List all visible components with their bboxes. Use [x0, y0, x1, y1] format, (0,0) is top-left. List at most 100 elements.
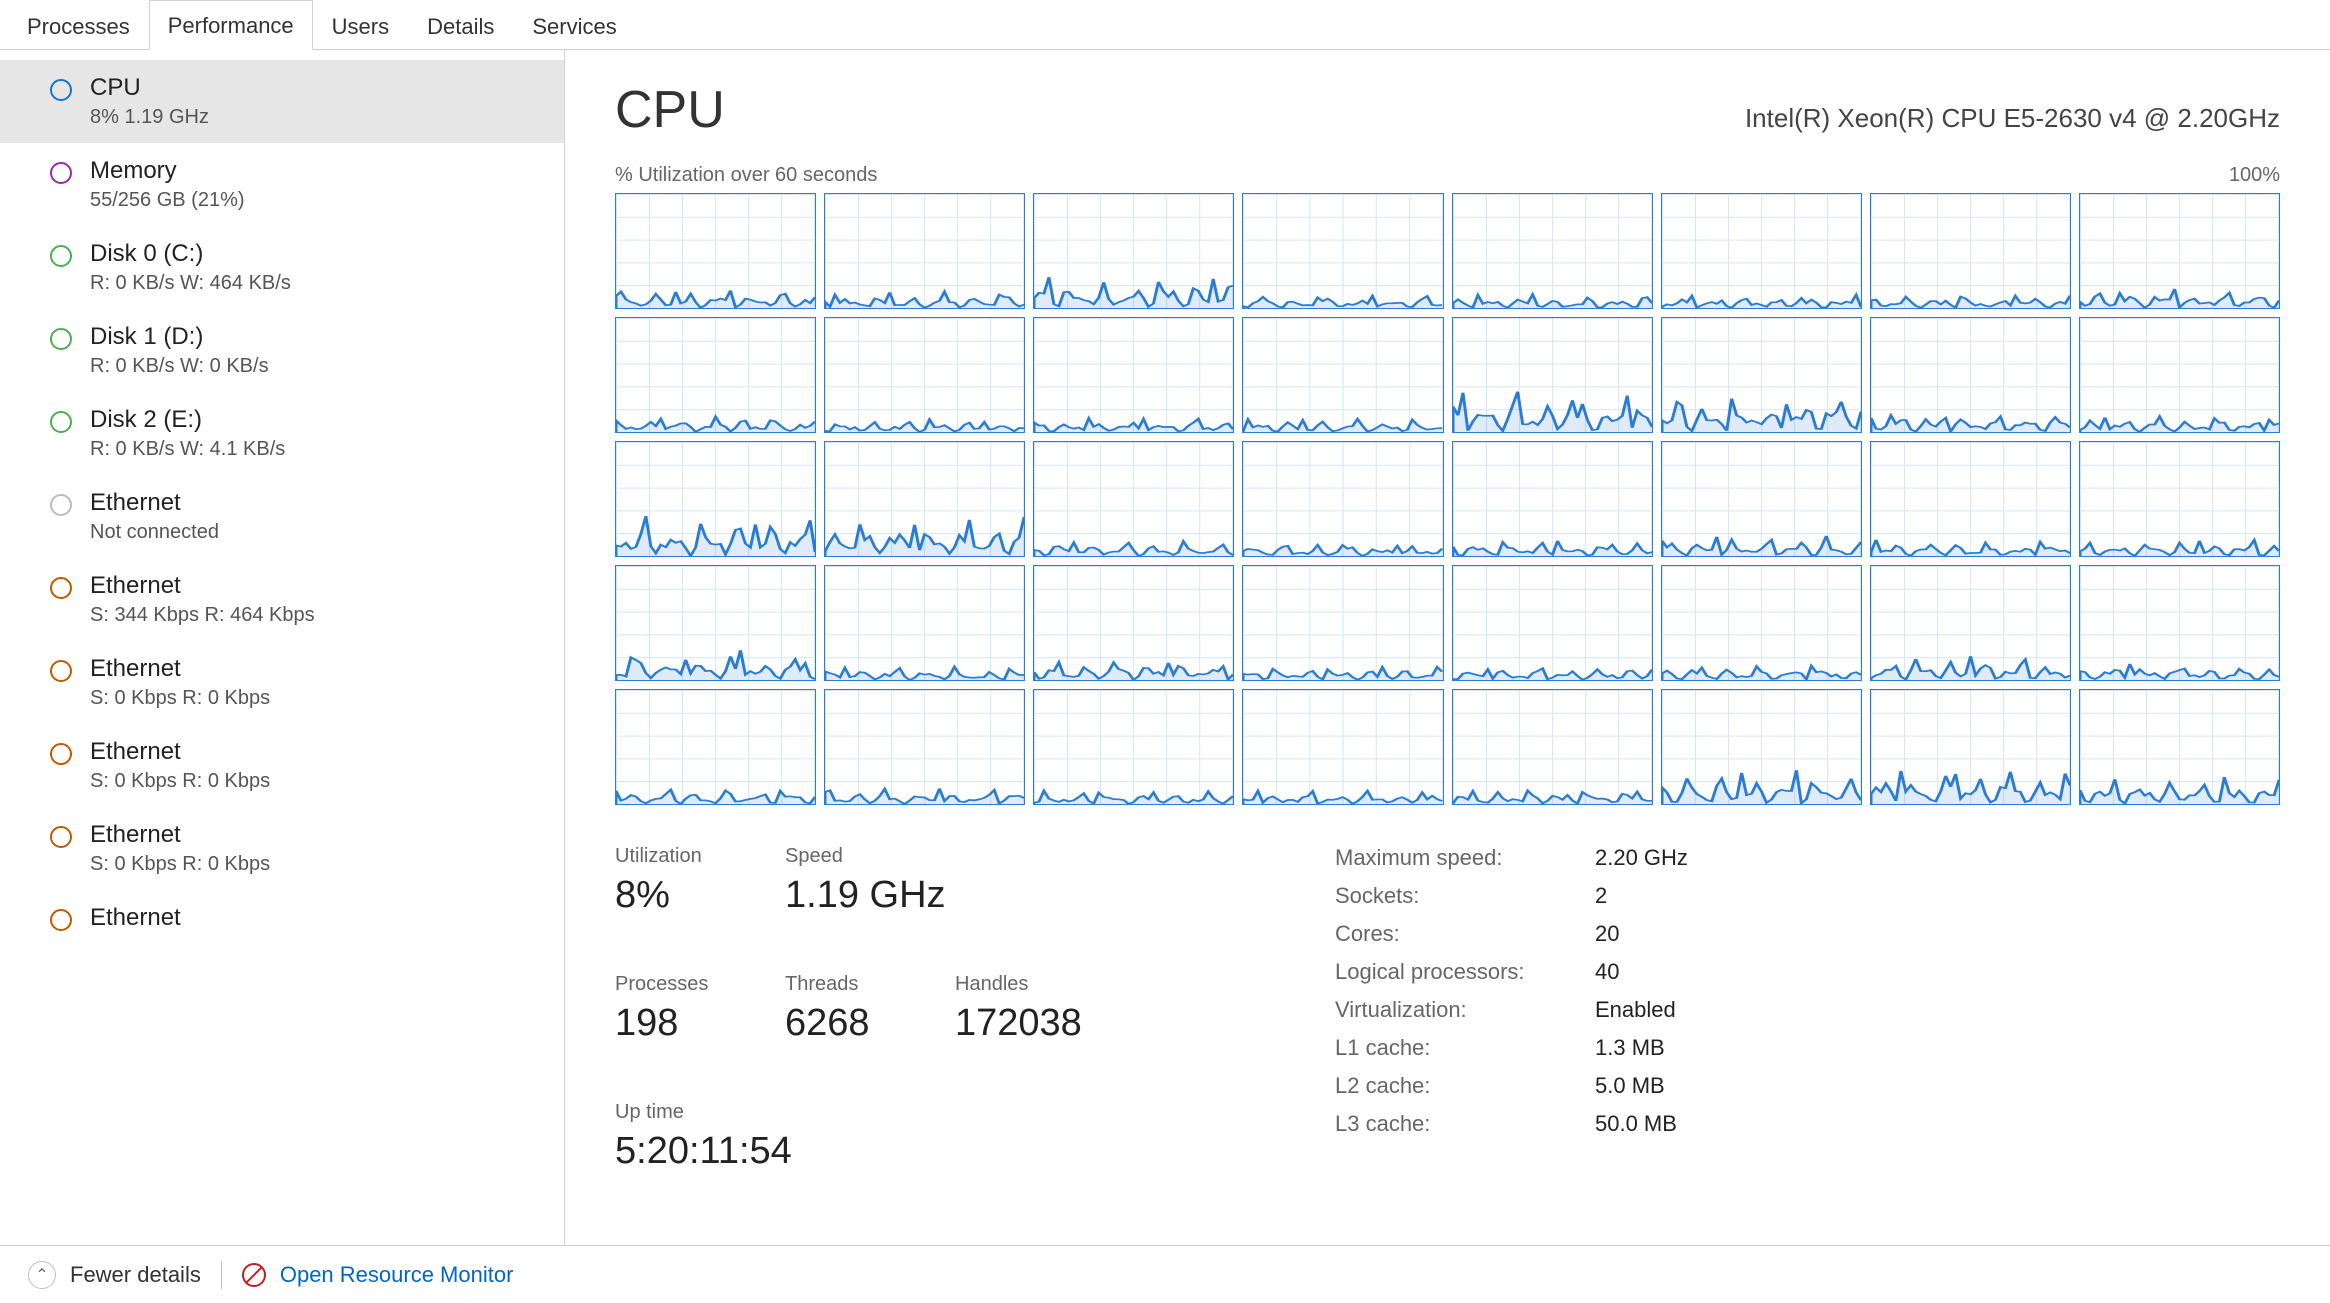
cpu-core-chart-18	[1033, 441, 1234, 557]
sidebar-item-sub: S: 0 Kbps R: 0 Kbps	[90, 853, 270, 876]
sidebar-item-sub: 8% 1.19 GHz	[90, 106, 209, 129]
open-resource-monitor-link[interactable]: Open Resource Monitor	[280, 1262, 514, 1288]
circle-icon	[50, 494, 72, 516]
spec-label: L2 cache:	[1335, 1073, 1575, 1099]
cpu-core-chart-24	[615, 565, 816, 681]
cpu-core-chart-27	[1242, 565, 1443, 681]
sidebar-item-title: Disk 0 (C:)	[90, 240, 291, 268]
spec-label: Sockets:	[1335, 883, 1575, 909]
stat-threads: Threads6268	[785, 973, 915, 1045]
sidebar-item-sub: S: 0 Kbps R: 0 Kbps	[90, 687, 270, 710]
stat-label: Up time	[615, 1101, 792, 1124]
cpu-core-chart-36	[1452, 689, 1653, 805]
circle-icon	[50, 328, 72, 350]
spec-label: Virtualization:	[1335, 997, 1575, 1023]
cpu-core-chart-29	[1661, 565, 1862, 681]
cpu-core-chart-8	[615, 317, 816, 433]
sidebar-item-sub: R: 0 KB/s W: 4.1 KB/s	[90, 438, 285, 461]
spec-label: Cores:	[1335, 921, 1575, 947]
cpu-core-chart-6	[1870, 193, 2071, 309]
cpu-core-chart-12	[1452, 317, 1653, 433]
stat-label: Processes	[615, 973, 745, 996]
sidebar-item-8[interactable]: Ethernet S: 0 Kbps R: 0 Kbps	[0, 724, 564, 807]
cpu-core-chart-19	[1242, 441, 1443, 557]
cpu-core-chart-14	[1870, 317, 2071, 433]
circle-icon	[50, 411, 72, 433]
cpu-core-chart-20	[1452, 441, 1653, 557]
stat-up-time: Up time 5:20:11:54	[615, 1101, 792, 1173]
chevron-up-icon[interactable]: ⌃	[28, 1261, 56, 1289]
stat-label: Speed	[785, 845, 946, 868]
spec-value: 5.0 MB	[1595, 1073, 1688, 1099]
sidebar-item-sub: S: 0 Kbps R: 0 Kbps	[90, 770, 270, 793]
tab-bar: Processes Performance Users Details Serv…	[0, 0, 2330, 50]
stat-value: 172038	[955, 1002, 1085, 1045]
sidebar-item-5[interactable]: EthernetNot connected	[0, 475, 564, 558]
spec-value: 50.0 MB	[1595, 1111, 1688, 1137]
cpu-core-chart-4	[1452, 193, 1653, 309]
spec-value: 1.3 MB	[1595, 1035, 1688, 1061]
sidebar-item-title: Memory	[90, 157, 245, 185]
cpu-core-chart-16	[615, 441, 816, 557]
cpu-core-chart-39	[2079, 689, 2280, 805]
spec-value: 2	[1595, 883, 1688, 909]
sidebar-item-6[interactable]: EthernetS: 344 Kbps R: 464 Kbps	[0, 558, 564, 641]
tab-performance[interactable]: Performance	[149, 0, 313, 50]
tab-processes[interactable]: Processes	[8, 1, 149, 50]
cpu-core-chart-32	[615, 689, 816, 805]
tab-users[interactable]: Users	[313, 1, 408, 50]
cpu-core-chart-10	[1033, 317, 1234, 433]
cpu-core-chart-31	[2079, 565, 2280, 681]
sidebar-item-7[interactable]: Ethernet S: 0 Kbps R: 0 Kbps	[0, 641, 564, 724]
chart-label-right: 100%	[2229, 164, 2280, 187]
sidebar-item-title: Ethernet	[90, 738, 270, 766]
sidebar-item-title: Ethernet	[90, 489, 219, 517]
cpu-core-chart-3	[1242, 193, 1443, 309]
spec-label: L1 cache:	[1335, 1035, 1575, 1061]
page-title: CPU	[615, 80, 725, 140]
circle-icon	[50, 909, 72, 931]
chart-label-left: % Utilization over 60 seconds	[615, 164, 877, 187]
sidebar-item-title: Ethernet	[90, 821, 270, 849]
stat-label: Utilization	[615, 845, 745, 868]
circle-icon	[50, 79, 72, 101]
circle-icon	[50, 577, 72, 599]
cpu-core-chart-13	[1661, 317, 1862, 433]
sidebar-item-0[interactable]: CPU 8% 1.19 GHz	[0, 60, 564, 143]
fewer-details-button[interactable]: Fewer details	[70, 1262, 201, 1288]
stats-right: Maximum speed:2.20 GHzSockets:2Cores:20L…	[1335, 845, 1688, 1201]
circle-icon	[50, 826, 72, 848]
sidebar-item-title: Disk 1 (D:)	[90, 323, 269, 351]
sidebar-item-title: Ethernet	[90, 904, 181, 932]
cpu-core-chart-0	[615, 193, 816, 309]
cpu-core-chart-1	[824, 193, 1025, 309]
sidebar-item-10[interactable]: Ethernet	[0, 890, 564, 950]
cpu-chart-grid	[615, 193, 2280, 805]
sidebar-item-title: Ethernet	[90, 655, 270, 683]
sidebar-item-title: CPU	[90, 74, 209, 102]
sidebar-item-1[interactable]: Memory55/256 GB (21%)	[0, 143, 564, 226]
stat-value: 5:20:11:54	[615, 1130, 792, 1173]
tab-services[interactable]: Services	[513, 1, 635, 50]
spec-value: 40	[1595, 959, 1688, 985]
cpu-core-chart-17	[824, 441, 1025, 557]
cpu-core-chart-34	[1033, 689, 1234, 805]
sidebar-item-4[interactable]: Disk 2 (E:)R: 0 KB/s W: 4.1 KB/s	[0, 392, 564, 475]
sidebar-item-2[interactable]: Disk 0 (C:) R: 0 KB/s W: 464 KB/s	[0, 226, 564, 309]
sidebar-item-sub: R: 0 KB/s W: 464 KB/s	[90, 272, 291, 295]
cpu-core-chart-11	[1242, 317, 1443, 433]
cpu-core-chart-22	[1870, 441, 2071, 557]
circle-icon	[50, 743, 72, 765]
sidebar[interactable]: CPU8% 1.19 GHzMemory55/256 GB (21%)Disk …	[0, 50, 564, 1245]
sidebar-item-sub: R: 0 KB/s W: 0 KB/s	[90, 355, 269, 378]
stat-value: 6268	[785, 1002, 915, 1045]
stat-speed: Speed 1.19 GHz	[785, 845, 946, 917]
spec-value: Enabled	[1595, 997, 1688, 1023]
cpu-core-chart-5	[1661, 193, 1862, 309]
sidebar-item-9[interactable]: Ethernet S: 0 Kbps R: 0 Kbps	[0, 807, 564, 890]
divider	[221, 1261, 222, 1289]
tab-details[interactable]: Details	[408, 1, 513, 50]
footer-bar: ⌃ Fewer details Open Resource Monitor	[0, 1245, 2330, 1303]
stat-value: 1.19 GHz	[785, 874, 946, 917]
sidebar-item-3[interactable]: Disk 1 (D:) R: 0 KB/s W: 0 KB/s	[0, 309, 564, 392]
